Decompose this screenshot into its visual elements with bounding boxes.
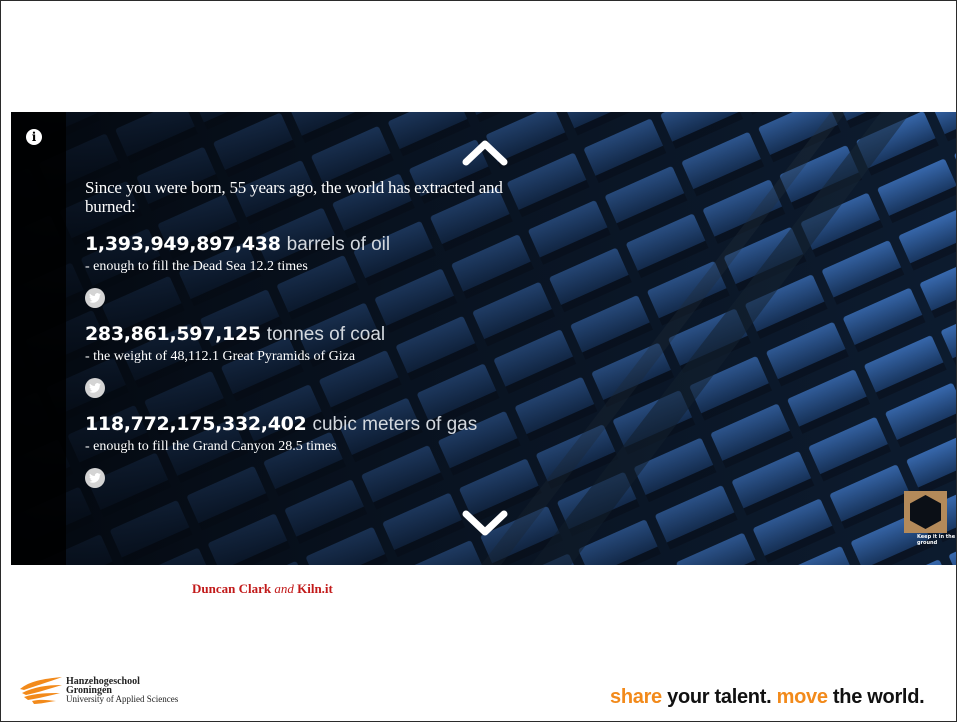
- slogan: share your talent. move the world.: [610, 686, 925, 709]
- twitter-share-button[interactable]: [85, 378, 105, 398]
- hanze-logo-icon: [20, 677, 62, 704]
- twitter-share-button[interactable]: [85, 288, 105, 308]
- twitter-share-button[interactable]: [85, 468, 105, 488]
- chevron-down-icon[interactable]: [461, 510, 509, 538]
- stat-coal: 283,861,597,125 tonnes of coal - the weig…: [85, 322, 555, 398]
- stat-oil: 1,393,949,897,438 barrels of oil - enough…: [85, 232, 555, 308]
- info-icon[interactable]: i: [26, 129, 42, 145]
- badge-label: Keep it in the ground: [917, 534, 956, 546]
- logo-line-3: University of Applied Sciences: [66, 694, 179, 704]
- credit-author: Duncan Clark: [192, 581, 272, 596]
- stat-gas: 118,772,175,332,402 cubic meters of gas -…: [85, 412, 555, 488]
- twitter-bird-icon: [89, 293, 101, 303]
- slogan-move: move: [776, 686, 828, 708]
- stat-unit: tonnes of coal: [266, 324, 386, 345]
- keep-it-in-the-ground-badge[interactable]: [904, 491, 947, 533]
- slide: i Since you were born, 55 years ago, the…: [0, 0, 957, 722]
- stat-description: - the weight of 48,112.1 Great Pyramids …: [85, 349, 356, 364]
- stat-number: 283,861,597,125: [85, 323, 261, 345]
- hexagon-logo-icon: [910, 495, 941, 529]
- slogan-your-talent: your talent.: [667, 686, 772, 708]
- hero-panel: i Since you were born, 55 years ago, the…: [11, 112, 956, 565]
- stat-number: 1,393,949,897,438: [85, 233, 281, 255]
- stat-number: 118,772,175,332,402: [85, 413, 307, 435]
- stat-description: - enough to fill the Dead Sea 12.2 times: [85, 259, 308, 274]
- credit-line: Duncan Clark and Kiln.it: [192, 581, 333, 597]
- stats-copy: Since you were born, 55 years ago, the w…: [85, 178, 555, 502]
- credit-connector: and: [274, 581, 294, 596]
- stat-description: - enough to fill the Grand Canyon 28.5 t…: [85, 439, 337, 454]
- slogan-share: share: [610, 686, 662, 708]
- slogan-the-world: the world.: [832, 686, 925, 708]
- twitter-bird-icon: [89, 383, 101, 393]
- twitter-bird-icon: [89, 473, 101, 483]
- credit-site: Kiln.it: [297, 581, 333, 596]
- stat-unit: cubic meters of gas: [312, 414, 478, 435]
- hanze-logo-text: Hanzehogeschool Groningen University of …: [66, 677, 178, 704]
- stat-unit: barrels of oil: [286, 234, 391, 255]
- chevron-up-icon[interactable]: [461, 138, 509, 166]
- intro-text: Since you were born, 55 years ago, the w…: [85, 178, 503, 216]
